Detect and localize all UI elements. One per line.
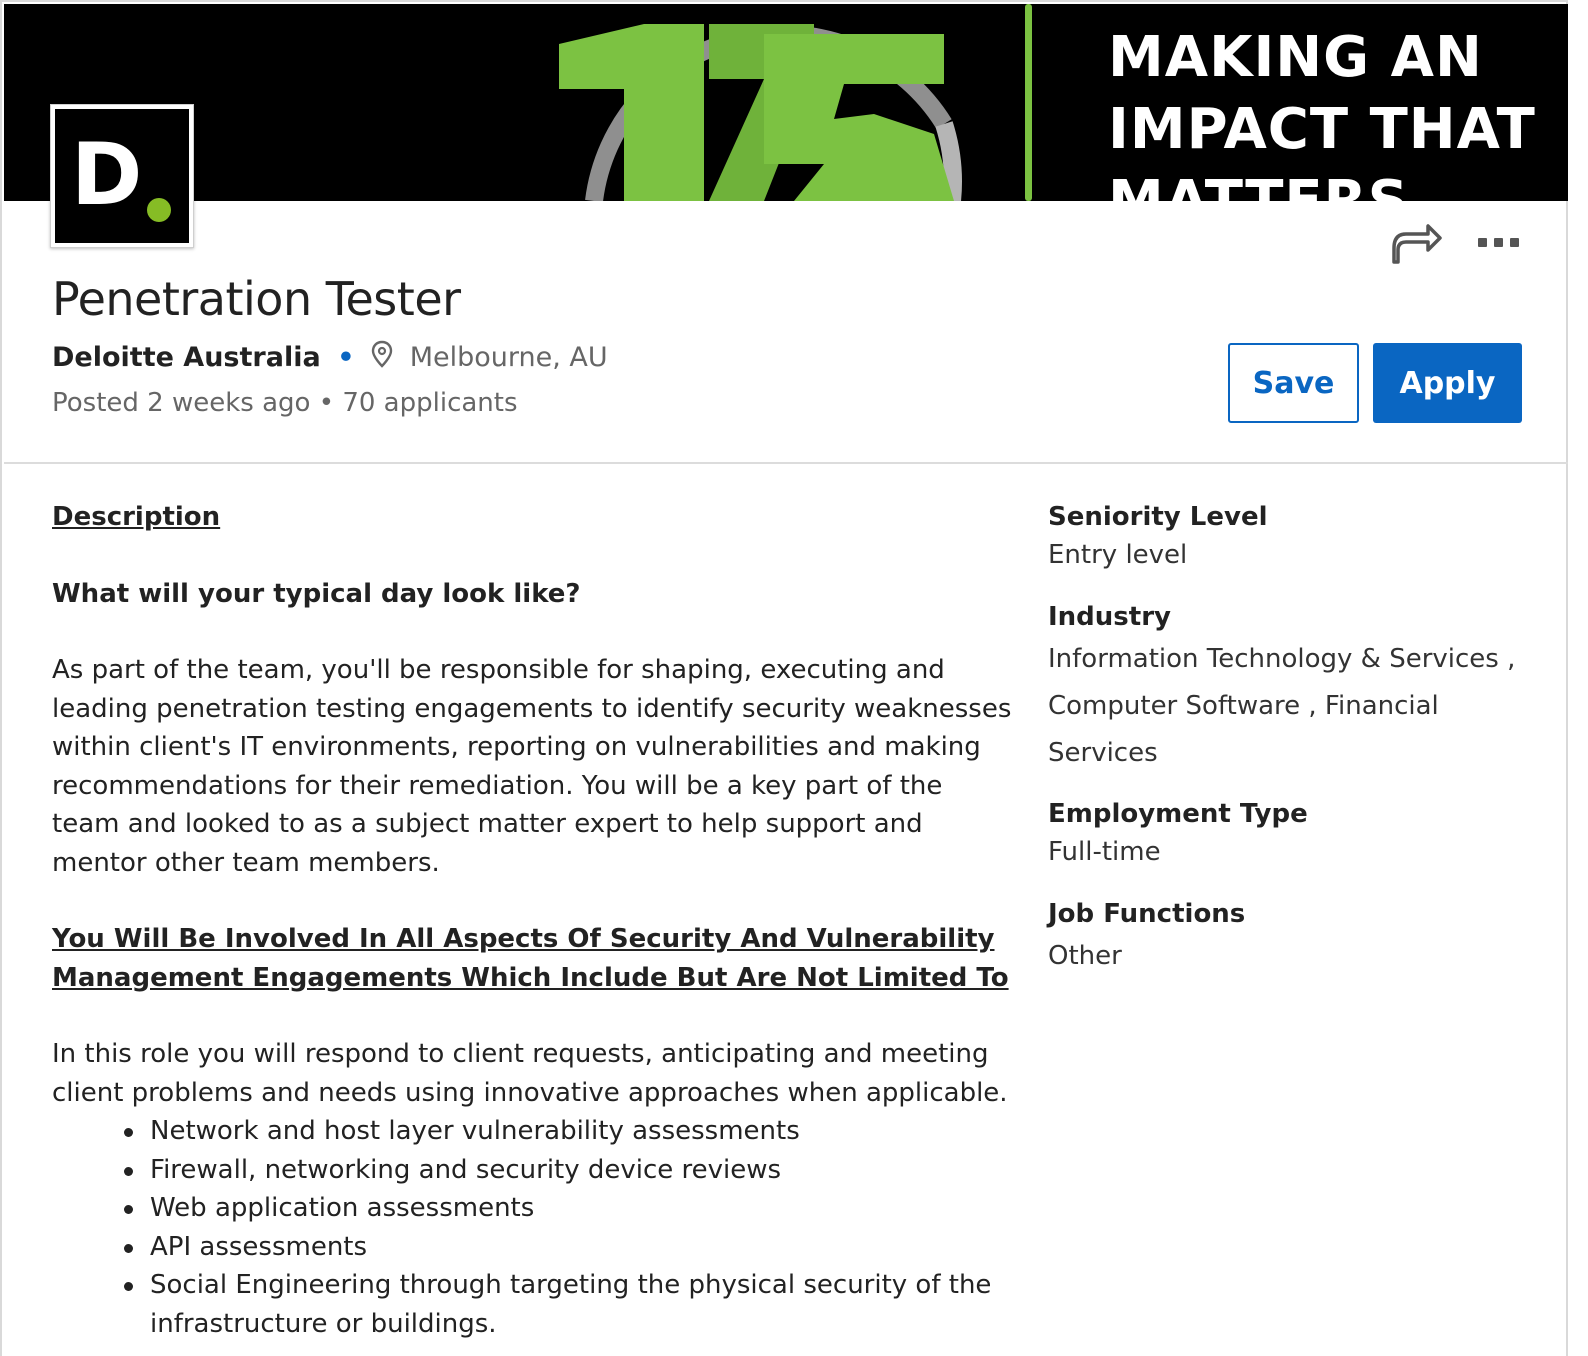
responsibilities-list: Network and host layer vulnerability ass…	[52, 1112, 1012, 1343]
more-dot-2	[1494, 238, 1503, 247]
job-description: Description What will your typical day l…	[52, 498, 1012, 1343]
description-heading: Description	[52, 502, 221, 532]
more-dot-3	[1510, 238, 1519, 247]
share-arrow-icon[interactable]	[1392, 222, 1444, 268]
applicant-count: 70 applicants	[342, 388, 518, 418]
header-divider	[4, 462, 1568, 464]
more-options-icon[interactable]	[1474, 232, 1524, 256]
company-name-link[interactable]: Deloitte Australia	[52, 342, 321, 373]
job-functions-value: Other	[1048, 941, 1122, 971]
industry-value-line-1: Information Technology & Services ,	[1048, 644, 1516, 674]
more-dot-1	[1478, 238, 1487, 247]
list-item: Web application assessments	[124, 1189, 1012, 1228]
job-title: Penetration Tester	[52, 272, 461, 326]
description-subheading: You Will Be Involved In All Aspects Of S…	[52, 924, 1009, 993]
posting-meta-line: Posted 2 weeks ago • 70 applicants	[52, 388, 518, 418]
list-item: Firewall, networking and security device…	[124, 1151, 1012, 1190]
company-location-line: Deloitte Australia • Melbourne, AU	[52, 340, 608, 373]
banner-divider	[1025, 4, 1032, 201]
description-paragraph-1: As part of the team, you'll be responsib…	[52, 655, 1012, 878]
company-logo[interactable]: D	[50, 104, 194, 248]
job-functions-label: Job Functions	[1048, 899, 1246, 929]
employment-type-label: Employment Type	[1048, 799, 1308, 829]
seniority-label: Seniority Level	[1048, 502, 1268, 532]
list-item: Social Engineering through targeting the…	[124, 1266, 1012, 1343]
meta-separator: •	[318, 388, 343, 418]
list-item: API assessments	[124, 1228, 1012, 1267]
banner-line-1: MAKING AN	[1108, 25, 1483, 90]
logo-letter: D	[71, 125, 143, 225]
banner-digit-five	[764, 34, 954, 201]
list-item: Network and host layer vulnerability ass…	[124, 1112, 1012, 1151]
company-banner: MAKING AN IMPACT THAT MATTERS	[4, 4, 1568, 201]
separator-dot: •	[337, 342, 355, 373]
industry-label: Industry	[1048, 602, 1171, 632]
job-location: Melbourne, AU	[409, 342, 608, 373]
banner-line-3: MATTERS	[1108, 166, 1568, 201]
job-card: MAKING AN IMPACT THAT MATTERS D Penetrat…	[0, 0, 1568, 1356]
employment-type-value: Full-time	[1048, 837, 1161, 867]
banner-digit-one	[559, 24, 704, 201]
location-pin-icon	[371, 340, 393, 368]
description-paragraph-2: In this role you will respond to client …	[52, 1039, 1008, 1108]
logo-green-dot	[147, 198, 171, 222]
banner-slogan: MAKING AN IMPACT THAT MATTERS	[1108, 22, 1568, 201]
banner-line-2: IMPACT THAT	[1108, 97, 1536, 162]
posted-time: Posted 2 weeks ago	[52, 388, 311, 418]
description-question: What will your typical day look like?	[52, 578, 581, 609]
industry-value-line-2: Computer Software , Financial Services	[1048, 691, 1439, 768]
seniority-value: Entry level	[1048, 540, 1188, 570]
job-criteria: Seniority Level Entry level Industry Inf…	[1048, 498, 1548, 980]
apply-button[interactable]: Apply	[1373, 343, 1522, 423]
company-logo-mark: D	[55, 109, 189, 243]
save-button[interactable]: Save	[1228, 343, 1359, 423]
